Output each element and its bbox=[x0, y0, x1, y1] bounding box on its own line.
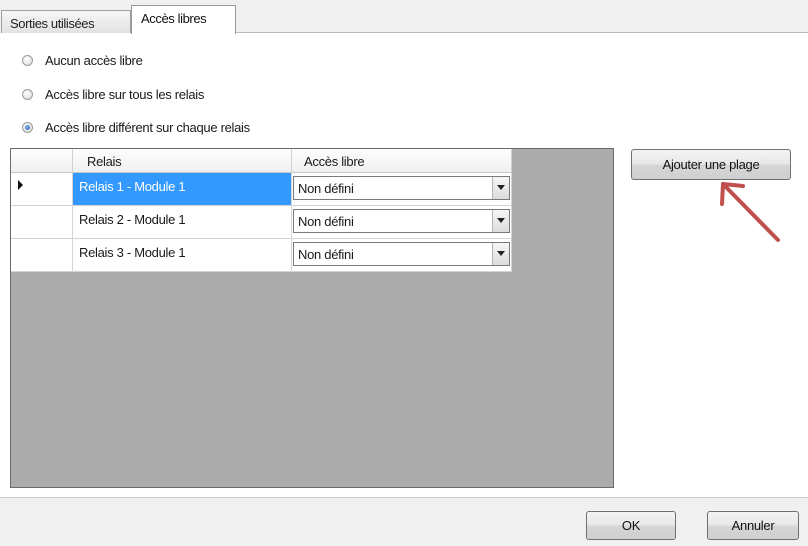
column-header-label: Relais bbox=[87, 154, 122, 169]
table-cell-relais[interactable]: Relais 2 - Module 1 bbox=[73, 206, 292, 239]
chevron-down-icon[interactable] bbox=[492, 243, 509, 265]
column-header-acces-libre[interactable]: Accès libre bbox=[292, 149, 512, 173]
acces-libre-select[interactable]: Non défini bbox=[293, 242, 510, 266]
button-label: Annuler bbox=[731, 518, 775, 533]
cancel-button[interactable]: Annuler bbox=[707, 511, 799, 540]
chevron-down-icon[interactable] bbox=[492, 177, 509, 199]
cell-text: Relais 3 - Module 1 bbox=[79, 245, 186, 260]
ok-button[interactable]: OK bbox=[586, 511, 676, 540]
acces-libre-select[interactable]: Non défini bbox=[293, 209, 510, 233]
table-cell-acces-libre: Non défini bbox=[292, 239, 512, 272]
cell-text: Relais 2 - Module 1 bbox=[79, 212, 186, 227]
tab-sorties-utilisees[interactable]: Sorties utilisées bbox=[1, 10, 131, 33]
radio-aucun-acces-libre[interactable]: Aucun accès libre bbox=[22, 50, 143, 70]
table-cell-relais[interactable]: Relais 1 - Module 1 bbox=[73, 173, 292, 206]
cell-text: Relais 1 - Module 1 bbox=[79, 179, 186, 194]
tab-label: Sorties utilisées bbox=[10, 16, 95, 31]
acces-libre-select[interactable]: Non défini bbox=[293, 176, 510, 200]
triangle-right-icon bbox=[18, 180, 23, 190]
select-value: Non défini bbox=[298, 247, 354, 262]
radio-acces-libre-chaque-relais[interactable]: Accès libre différent sur chaque relais bbox=[22, 117, 250, 137]
tab-label: Accès libres bbox=[141, 11, 207, 26]
table-cell-relais[interactable]: Relais 3 - Module 1 bbox=[73, 239, 292, 272]
radio-label: Accès libre différent sur chaque relais bbox=[45, 119, 250, 135]
row-header[interactable] bbox=[11, 173, 73, 206]
radio-label: Accès libre sur tous les relais bbox=[45, 86, 205, 102]
grid-corner-header bbox=[11, 149, 73, 173]
table-cell-acces-libre: Non défini bbox=[292, 206, 512, 239]
relais-grid[interactable]: Relais Accès libre Relais 1 - Module 1 N… bbox=[10, 148, 614, 488]
select-value: Non défini bbox=[298, 181, 354, 196]
annotation-arrow-icon bbox=[720, 182, 780, 242]
radio-label: Aucun accès libre bbox=[45, 52, 143, 68]
radio-button[interactable] bbox=[22, 54, 33, 66]
dialog-footer bbox=[0, 498, 808, 546]
radio-button-selected[interactable] bbox=[22, 121, 33, 133]
tab-strip: Sorties utilisées Accès libres bbox=[0, 0, 808, 34]
column-header-label: Accès libre bbox=[304, 154, 365, 169]
table-cell-acces-libre: Non défini bbox=[292, 173, 512, 206]
select-value: Non défini bbox=[298, 214, 354, 229]
row-header[interactable] bbox=[11, 206, 73, 239]
chevron-down-icon[interactable] bbox=[492, 210, 509, 232]
radio-button[interactable] bbox=[22, 88, 33, 100]
column-header-relais[interactable]: Relais bbox=[73, 149, 292, 173]
radio-acces-libre-tous-relais[interactable]: Accès libre sur tous les relais bbox=[22, 84, 204, 104]
tab-acces-libres[interactable]: Accès libres bbox=[131, 5, 236, 34]
row-header[interactable] bbox=[11, 239, 73, 272]
button-label: OK bbox=[621, 518, 641, 533]
